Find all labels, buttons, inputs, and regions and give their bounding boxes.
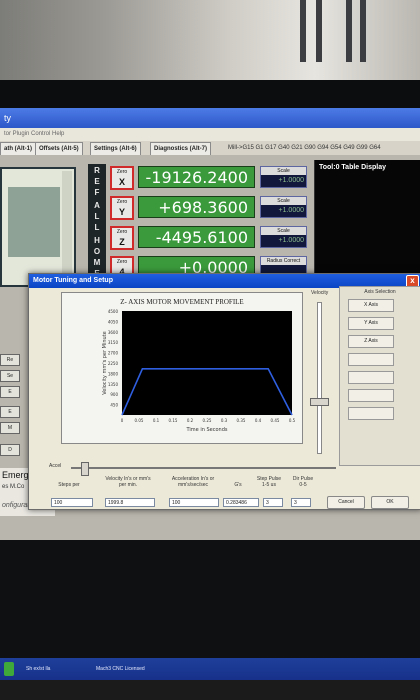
side-button[interactable]: M	[0, 422, 20, 434]
velocity-slider-thumb[interactable]	[310, 398, 329, 406]
gcode-modal-status: Mill->G15 G1 G17 G40 G21 G90 G94 G54 G49…	[228, 145, 381, 151]
side-button[interactable]: D	[0, 444, 20, 456]
side-button[interactable]: E	[0, 406, 20, 418]
profile-chart-frame: Z- AXIS MOTOR MOVEMENT PROFILE 450 900 135…	[61, 292, 303, 444]
side-button[interactable]: Se	[0, 370, 20, 382]
start-button[interactable]	[4, 662, 14, 676]
step-pulse-label: Step Pulse 1-5 us	[256, 476, 282, 488]
gs-field[interactable]: 0.283486	[223, 498, 259, 507]
steps-label: Steps per	[58, 482, 80, 488]
dro-y: +698.3600	[138, 196, 255, 218]
axis-selection-panel: Axis Selection X Axis Y Axis Z Axis	[339, 286, 420, 466]
dir-pulse-field[interactable]: 3	[291, 498, 311, 507]
tool-table-display: Tool:0 Table Display	[314, 160, 420, 278]
emergency-mode: es M.Co	[2, 484, 25, 490]
y-tick-label: 3600	[108, 330, 119, 335]
y-tick-label: 4500	[108, 309, 119, 314]
motor-tuning-dialog: Motor Tuning and Setup x Z- AXIS MOTOR M…	[28, 273, 420, 510]
scale-z[interactable]: Scale +1.0000	[260, 226, 307, 248]
taskbar-item-mach3[interactable]: Mach3 CNC Licensed	[86, 662, 145, 676]
steps-per-field[interactable]: 100	[51, 498, 93, 507]
monitor-screen: ty tor Plugin Control Help ath (Alt-1) O…	[0, 108, 420, 540]
y-tick-label: 900	[110, 392, 118, 397]
axis-button-7[interactable]	[348, 407, 394, 420]
x-tick-label: 0.1	[153, 418, 160, 423]
tab-offsets[interactable]: Offsets (Alt-5)	[35, 142, 83, 156]
background-wall	[0, 0, 420, 80]
y-tick-label: 2250	[108, 361, 119, 366]
velocity-field[interactable]: 1999.8	[105, 498, 155, 507]
scrollbar[interactable]	[62, 171, 72, 283]
x-tick-label: 0.05	[135, 418, 144, 423]
accel-slider-thumb[interactable]	[81, 462, 89, 476]
axis-button-5[interactable]	[348, 371, 394, 384]
cancel-button[interactable]: Cancel	[327, 496, 365, 509]
y-tick-label: 1800	[108, 371, 119, 376]
x-tick-label: 0.3	[221, 418, 228, 423]
step-pulse-field[interactable]: 3	[263, 498, 283, 507]
zero-x-button[interactable]: Zero X	[110, 166, 134, 190]
monitor-bezel-bottom	[0, 540, 420, 658]
tab-diagnostics[interactable]: Diagnostics (Alt-7)	[150, 142, 212, 156]
dro-x: -19126.2400	[138, 166, 255, 188]
y-axis-button[interactable]: Y Axis	[348, 317, 394, 330]
axis-button-4[interactable]	[348, 353, 394, 366]
taskbar-item[interactable]: Sh ex/st lla	[16, 662, 50, 676]
gs-label: G's	[234, 482, 242, 488]
side-button[interactable]: E	[0, 386, 20, 398]
y-tick-label: 1350	[108, 382, 119, 387]
tab-settings[interactable]: Settings (Alt-6)	[90, 142, 141, 156]
profile-chart: 450 900 1350 1800 2250 2700 3150 3600 4050 4500 0 0…	[102, 309, 296, 433]
ok-button[interactable]: OK	[371, 496, 409, 509]
x-tick-label: 0.35	[237, 418, 246, 423]
y-axis-label: Velocity mm's per Minute	[102, 331, 108, 395]
taskbar: Sh ex/st lla Mach3 CNC Licensed	[0, 658, 420, 680]
zero-y-button[interactable]: Zero Y	[110, 196, 134, 220]
menu-bar[interactable]: tor Plugin Control Help	[0, 128, 420, 141]
x-tick-label: 0.4	[255, 418, 262, 423]
x-tick-label: 0.2	[187, 418, 194, 423]
window-title-bar: ty	[0, 108, 420, 128]
y-tick-label: 4050	[108, 319, 119, 324]
zero-z-button[interactable]: Zero Z	[110, 226, 134, 250]
y-tick-label: 2700	[108, 351, 119, 356]
desk-surface	[0, 680, 420, 700]
accel-slider[interactable]: Accel	[45, 461, 345, 476]
tab-path[interactable]: ath (Alt-1)	[0, 142, 36, 156]
velocity-slider[interactable]: Velocity	[307, 288, 331, 458]
axis-button-6[interactable]	[348, 389, 394, 402]
toolpath-display	[0, 167, 76, 287]
window-title: ty	[4, 113, 12, 123]
acceleration-field-label: Acceleration In's or mm's/sec/sec	[171, 476, 215, 488]
z-axis-button[interactable]: Z Axis	[348, 335, 394, 348]
x-tick-label: 0.5	[289, 418, 296, 423]
dro-z: -4495.6100	[138, 226, 255, 248]
monitor-bezel-top	[0, 80, 420, 108]
plot-area	[122, 311, 292, 415]
acceleration-field[interactable]: 100	[169, 498, 219, 507]
accel-label: Accel	[49, 463, 62, 469]
menu-items[interactable]: tor Plugin Control Help	[4, 131, 64, 137]
velocity-field-label: Velocity In's or mm's per min.	[105, 476, 151, 488]
x-axis-button[interactable]: X Axis	[348, 299, 394, 312]
side-button[interactable]: Re	[0, 354, 20, 366]
y-tick-label: 450	[110, 403, 118, 408]
ref-all-home-button[interactable]: R E F A L L H O M E	[88, 164, 106, 282]
x-axis-label: Time in Seconds	[186, 427, 228, 433]
tool-panel-title: Tool:0 Table Display	[319, 164, 387, 171]
x-tick-label: 0.45	[271, 418, 280, 423]
velocity-label: Velocity	[311, 290, 329, 296]
dialog-title: Motor Tuning and Setup	[33, 277, 113, 284]
x-tick-label: 0.25	[203, 418, 212, 423]
y-tick-label: 3150	[108, 340, 119, 345]
x-tick-label: 0.15	[169, 418, 178, 423]
x-tick-label: 0	[121, 418, 124, 423]
scale-x[interactable]: Scale +1.0000	[260, 166, 307, 188]
dir-pulse-label: Dir Pulse 0-5	[292, 476, 314, 488]
scale-y[interactable]: Scale +1.0000	[260, 196, 307, 218]
axis-selection-label: Axis Selection	[364, 289, 396, 295]
